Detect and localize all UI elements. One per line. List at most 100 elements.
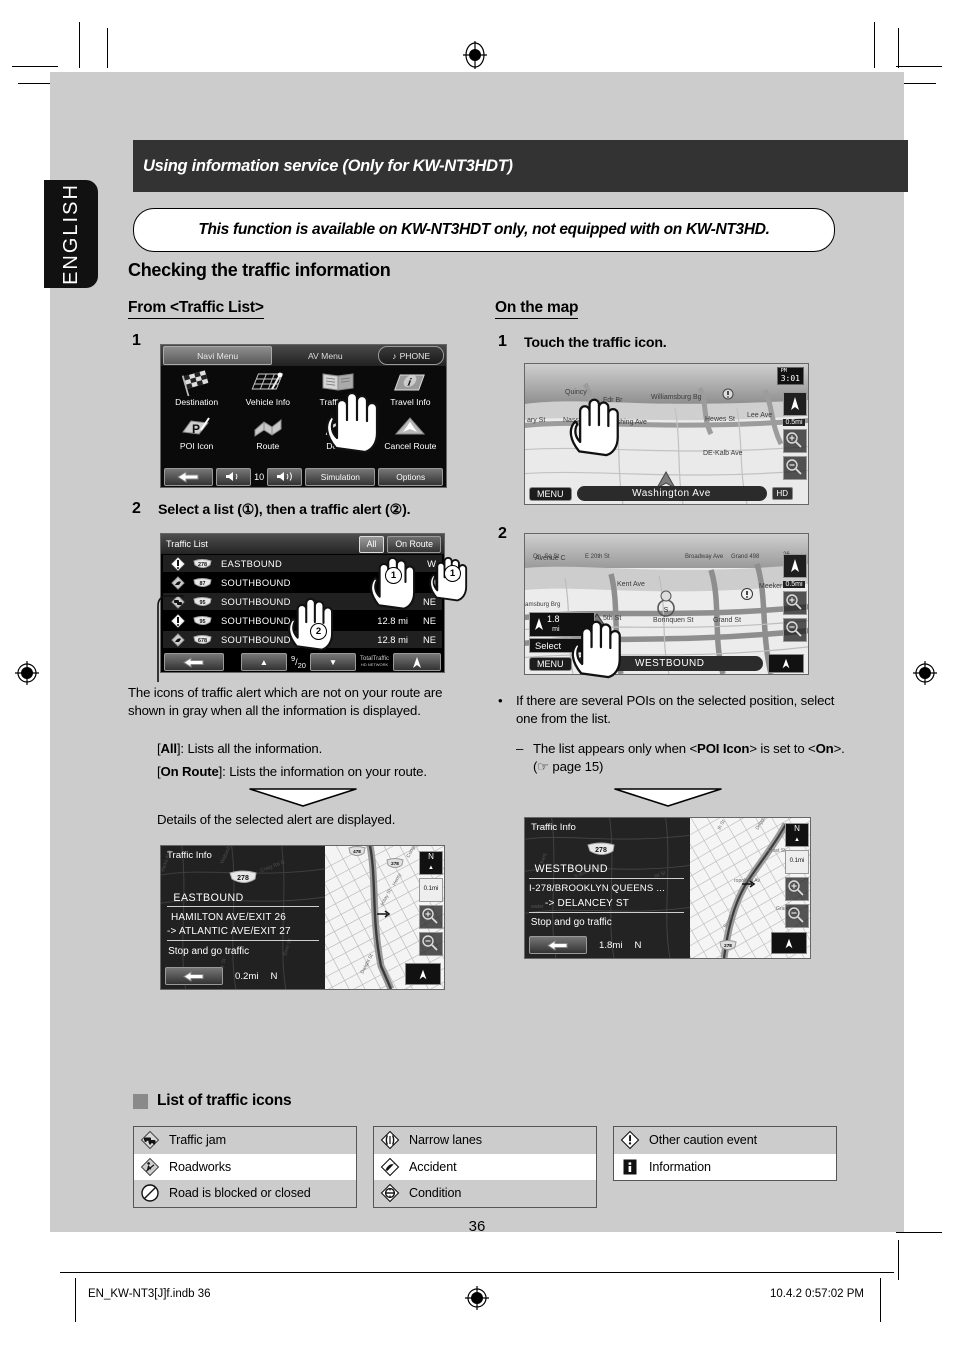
legend-on-route-key: On Route (160, 764, 219, 779)
scroll-up-button[interactable]: ▲ (240, 653, 287, 671)
icon-list-column-3: Other caution event Information (613, 1126, 837, 1181)
navi-menu-screenshot: Navi Menu AV Menu ♪ PHONE Destination Ve… (160, 344, 447, 488)
zoom-in-icon[interactable] (785, 877, 809, 901)
crop-mark-tr-v2 (898, 28, 899, 68)
registration-mark-top (462, 40, 488, 69)
north-up-compass-icon[interactable] (405, 963, 441, 985)
svg-text:Hewes St: Hewes St (705, 416, 735, 423)
left-result-text: Details of the selected alert are displa… (157, 812, 396, 827)
divider (167, 940, 319, 941)
left-step1-number: 1 (132, 332, 141, 349)
volume-up-icon[interactable] (267, 467, 303, 486)
divider (167, 906, 319, 907)
section-header-bar: Using information service (Only for KW-N… (133, 140, 908, 192)
svg-text:Meeker: Meeker (759, 583, 783, 590)
zoom-in-icon[interactable] (783, 429, 807, 453)
north-indicator-icon[interactable]: N ▲ (419, 851, 443, 875)
navi-item-vehicle-info[interactable]: Vehicle Info (232, 370, 303, 407)
map-menu-button[interactable]: MENU (529, 486, 572, 501)
svg-text:amsburg Brg: amsburg Brg (525, 601, 561, 608)
tab-phone[interactable]: ♪ PHONE (378, 346, 444, 365)
subheading-from-traffic-list: From <Traffic List> (128, 299, 264, 319)
navi-item-route[interactable]: Route (232, 414, 303, 451)
gray-icon-callout-line (126, 590, 186, 687)
north-up-compass-icon[interactable] (393, 653, 441, 671)
traffic-list-all-button[interactable]: All (358, 535, 385, 553)
list-item: Information (614, 1154, 836, 1181)
north-indicator-icon[interactable]: N ▲ (785, 823, 809, 847)
north-up-compass-icon[interactable] (768, 654, 804, 673)
zoom-out-icon[interactable] (783, 456, 807, 480)
traffic-jam-icon (140, 1130, 160, 1150)
notice-box: This function is available on KW-NT3HDT … (133, 208, 835, 252)
traffic-info-state: Stop and go traffic (530, 917, 612, 928)
crop-mark-br-v (898, 1240, 899, 1280)
svg-text:Frost St: Frost St (768, 848, 786, 854)
traffic-info-panel: roquois Pl Kent S Bro water lst St Traff… (525, 818, 691, 958)
traffic-info-distance: 0.2mi (235, 970, 259, 982)
hand-cursor-icon (320, 388, 392, 459)
table-cell-direction: EASTBOUND (221, 558, 283, 569)
list-item: Roadworks (134, 1154, 356, 1181)
list-item-label: Road is blocked or closed (169, 1186, 311, 1201)
table-cell-direction: SOUTHBOUND (221, 615, 291, 626)
svg-text:On. Sq St: On. Sq St (533, 554, 559, 560)
callout-number-1: 1 (444, 565, 461, 582)
navi-item-destination[interactable]: Destination (161, 370, 232, 407)
table-cell-heading: NE (422, 634, 436, 645)
back-arrow-icon[interactable] (529, 936, 587, 954)
svg-text:Lee Ave: Lee Ave (747, 412, 772, 419)
back-arrow-icon[interactable] (165, 967, 223, 985)
zoom-out-icon[interactable] (785, 904, 809, 928)
accident-icon (171, 575, 185, 590)
north-indicator-icon[interactable] (783, 554, 807, 578)
volume-value: 10 (254, 471, 265, 482)
right-bullet-1: • If there are several POIs on the selec… (498, 693, 835, 726)
back-arrow-icon[interactable] (164, 467, 214, 486)
tab-navi-menu[interactable]: Navi Menu (163, 346, 273, 365)
table-cell-distance: 12.8 mi (377, 615, 408, 626)
navi-item-label: Route (256, 441, 280, 451)
map-scale-label: 0.5mi (783, 419, 805, 426)
svg-text:278: 278 (237, 875, 249, 882)
svg-text:ary St: ary St (527, 417, 545, 424)
route-shield: 95 (193, 596, 212, 608)
traffic-list-header: Traffic List All On Route (161, 534, 444, 554)
north-up-compass-icon[interactable] (771, 932, 807, 954)
traffic-info-heading: N (634, 939, 642, 951)
zoom-out-icon[interactable] (419, 932, 443, 956)
condition-icon (380, 1183, 400, 1203)
hd-badge: HD (771, 487, 794, 500)
zoom-out-icon[interactable] (783, 618, 807, 642)
cancel-route-arrow-icon (390, 414, 430, 440)
hand-cursor-icon (365, 553, 427, 616)
navi-item-label: Destination (175, 397, 219, 407)
traffic-info-screenshot-left: Hicks Ave Wabash Av Craig Rd B Brun St R… (160, 845, 445, 990)
map-right-toolbar: 0.5mi (783, 392, 807, 483)
map-right-toolbar: N ▲ 0.1mi (419, 851, 443, 959)
road-blocked-icon (140, 1183, 160, 1203)
vehicle-info-grid-icon (248, 370, 288, 396)
traffic-list-title: Traffic List (166, 539, 208, 549)
north-indicator-icon[interactable] (783, 392, 807, 416)
simulation-button[interactable]: Simulation (305, 467, 376, 486)
down-arrow-icon (613, 786, 723, 813)
scale-indicator: 0.1mi (419, 878, 443, 902)
traffic-list-on-route-button[interactable]: On Route (387, 535, 441, 553)
total-traffic-logo: TotalTraffic HD NETWORK (359, 656, 389, 667)
svg-text:278: 278 (595, 847, 607, 854)
legend-on-route: [On Route]: Lists the information on you… (157, 764, 427, 779)
navi-item-poi-icon[interactable]: P POI Icon (161, 414, 232, 451)
divider (529, 878, 684, 879)
right-step2-number: 2 (498, 525, 507, 542)
traffic-info-segment-line1: HAMILTON AVE/EXIT 26 (171, 912, 286, 923)
volume-down-icon[interactable] (216, 467, 252, 486)
zoom-in-icon[interactable] (783, 591, 807, 615)
bullet2-key-on: On (815, 741, 834, 756)
options-button[interactable]: Options (378, 467, 443, 486)
map-right-toolbar: 0.5mi (783, 554, 807, 645)
crop-mark-tl-h (12, 66, 58, 67)
svg-text:95: 95 (200, 619, 206, 625)
zoom-in-icon[interactable] (419, 905, 443, 929)
tab-av-menu[interactable]: AV Menu (276, 347, 374, 364)
